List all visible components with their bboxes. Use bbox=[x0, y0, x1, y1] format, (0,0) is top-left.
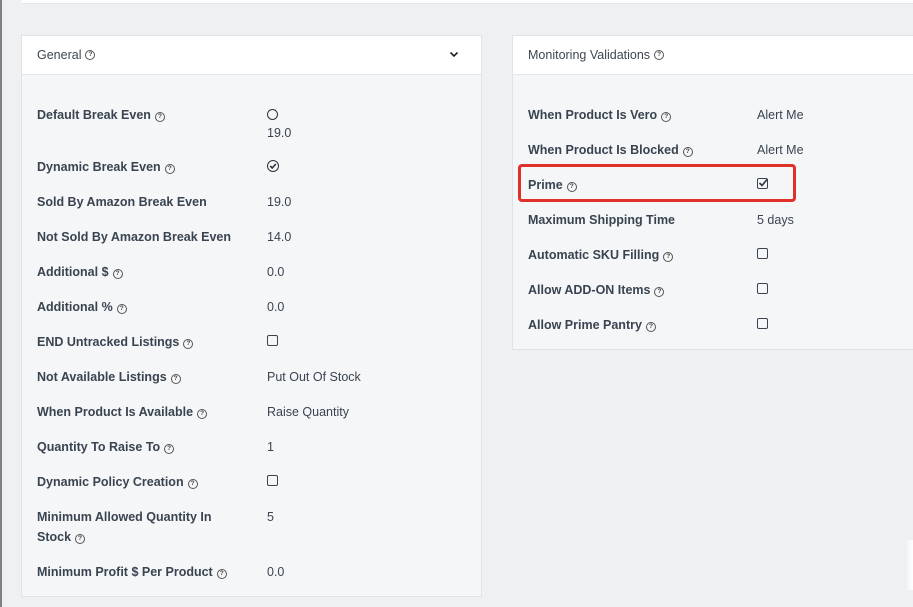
setting-value: 0.0 bbox=[267, 265, 285, 279]
help-icon[interactable]: ? bbox=[164, 164, 175, 174]
help-icon[interactable]: ? bbox=[112, 269, 123, 279]
help-icon[interactable]: ? bbox=[682, 147, 693, 157]
help-icon[interactable]: ? bbox=[116, 304, 127, 314]
end-untracked-listings-checkbox[interactable] bbox=[267, 335, 278, 346]
setting-label: Dynamic Policy Creation bbox=[37, 475, 184, 489]
monitoring-panel-header[interactable]: Monitoring Validations ? bbox=[513, 36, 913, 75]
setting-label: Stock bbox=[37, 530, 72, 544]
help-icon[interactable]: ? bbox=[75, 534, 86, 544]
setting-value: 14.0 bbox=[267, 230, 292, 244]
setting-label: Allow ADD-ON Items bbox=[528, 283, 651, 297]
side-shadow bbox=[905, 540, 913, 590]
setting-value: 0.0 bbox=[267, 300, 285, 314]
allow-add-on-items-checkbox[interactable] bbox=[757, 283, 768, 294]
allow-prime-pantry-checkbox[interactable] bbox=[757, 318, 768, 329]
general-panel-header[interactable]: General ? bbox=[22, 36, 481, 75]
setting-label: Dynamic Break Even bbox=[37, 160, 161, 174]
dynamic-break-even-radio[interactable] bbox=[267, 160, 279, 172]
help-icon[interactable]: ? bbox=[197, 409, 208, 419]
setting-label: Additional $ bbox=[37, 265, 109, 279]
setting-label: Additional % bbox=[37, 300, 113, 314]
dynamic-policy-creation-checkbox[interactable] bbox=[267, 475, 278, 486]
help-icon[interactable]: ? bbox=[164, 444, 175, 454]
setting-label: Quantity To Raise To bbox=[37, 440, 161, 454]
setting-label: Minimum Profit $ Per Product bbox=[37, 565, 213, 579]
setting-value: 5 days bbox=[757, 213, 794, 227]
setting-value: 5 bbox=[267, 510, 274, 524]
help-icon[interactable]: ? bbox=[645, 322, 656, 332]
help-icon[interactable]: ? bbox=[661, 112, 672, 122]
setting-value: 1 bbox=[267, 440, 274, 454]
top-panel-edge bbox=[22, 0, 913, 4]
window-left-edge bbox=[0, 0, 2, 607]
setting-value: 19.0 bbox=[267, 195, 292, 209]
checkmark-icon bbox=[269, 163, 277, 170]
setting-label: When Product Is Available bbox=[37, 405, 194, 419]
default-break-even-radio[interactable] bbox=[267, 109, 278, 120]
setting-value: 19.0 bbox=[267, 126, 292, 140]
help-icon[interactable]: ? bbox=[187, 479, 198, 489]
general-panel: General ? Default Break Even? 19.0 Dynam… bbox=[21, 35, 482, 597]
setting-value: 0.0 bbox=[267, 565, 285, 579]
help-icon[interactable]: ? bbox=[663, 252, 674, 262]
help-icon[interactable]: ? bbox=[654, 50, 665, 60]
help-icon[interactable]: ? bbox=[216, 569, 227, 579]
setting-label: Maximum Shipping Time bbox=[528, 213, 676, 227]
setting-value: Alert Me bbox=[757, 143, 804, 157]
setting-label: Default Break Even bbox=[37, 108, 151, 122]
help-icon[interactable]: ? bbox=[170, 374, 181, 384]
general-panel-title: General bbox=[37, 48, 82, 62]
setting-label: When Product Is Vero bbox=[528, 108, 658, 122]
setting-value: Raise Quantity bbox=[267, 405, 349, 419]
automatic-sku-filling-checkbox[interactable] bbox=[757, 248, 768, 259]
setting-label: Minimum Allowed Quantity In bbox=[37, 510, 212, 524]
help-icon[interactable]: ? bbox=[183, 339, 194, 349]
setting-label: Sold By Amazon Break Even bbox=[37, 195, 207, 209]
help-icon[interactable]: ? bbox=[154, 112, 165, 122]
setting-label: Allow Prime Pantry bbox=[528, 318, 642, 332]
help-icon[interactable]: ? bbox=[654, 287, 665, 297]
setting-label: END Untracked Listings bbox=[37, 335, 180, 349]
setting-label: Automatic SKU Filling bbox=[528, 248, 660, 262]
prime-highlight-box bbox=[518, 164, 796, 202]
setting-label: When Product Is Blocked bbox=[528, 143, 679, 157]
setting-label: Not Available Listings bbox=[37, 370, 167, 384]
setting-value: Alert Me bbox=[757, 108, 804, 122]
setting-value: Put Out Of Stock bbox=[267, 370, 361, 384]
setting-label: Not Sold By Amazon Break Even bbox=[37, 230, 232, 244]
chevron-down-icon[interactable] bbox=[449, 49, 459, 59]
monitoring-panel-title: Monitoring Validations bbox=[528, 48, 651, 62]
help-icon[interactable]: ? bbox=[85, 50, 96, 60]
